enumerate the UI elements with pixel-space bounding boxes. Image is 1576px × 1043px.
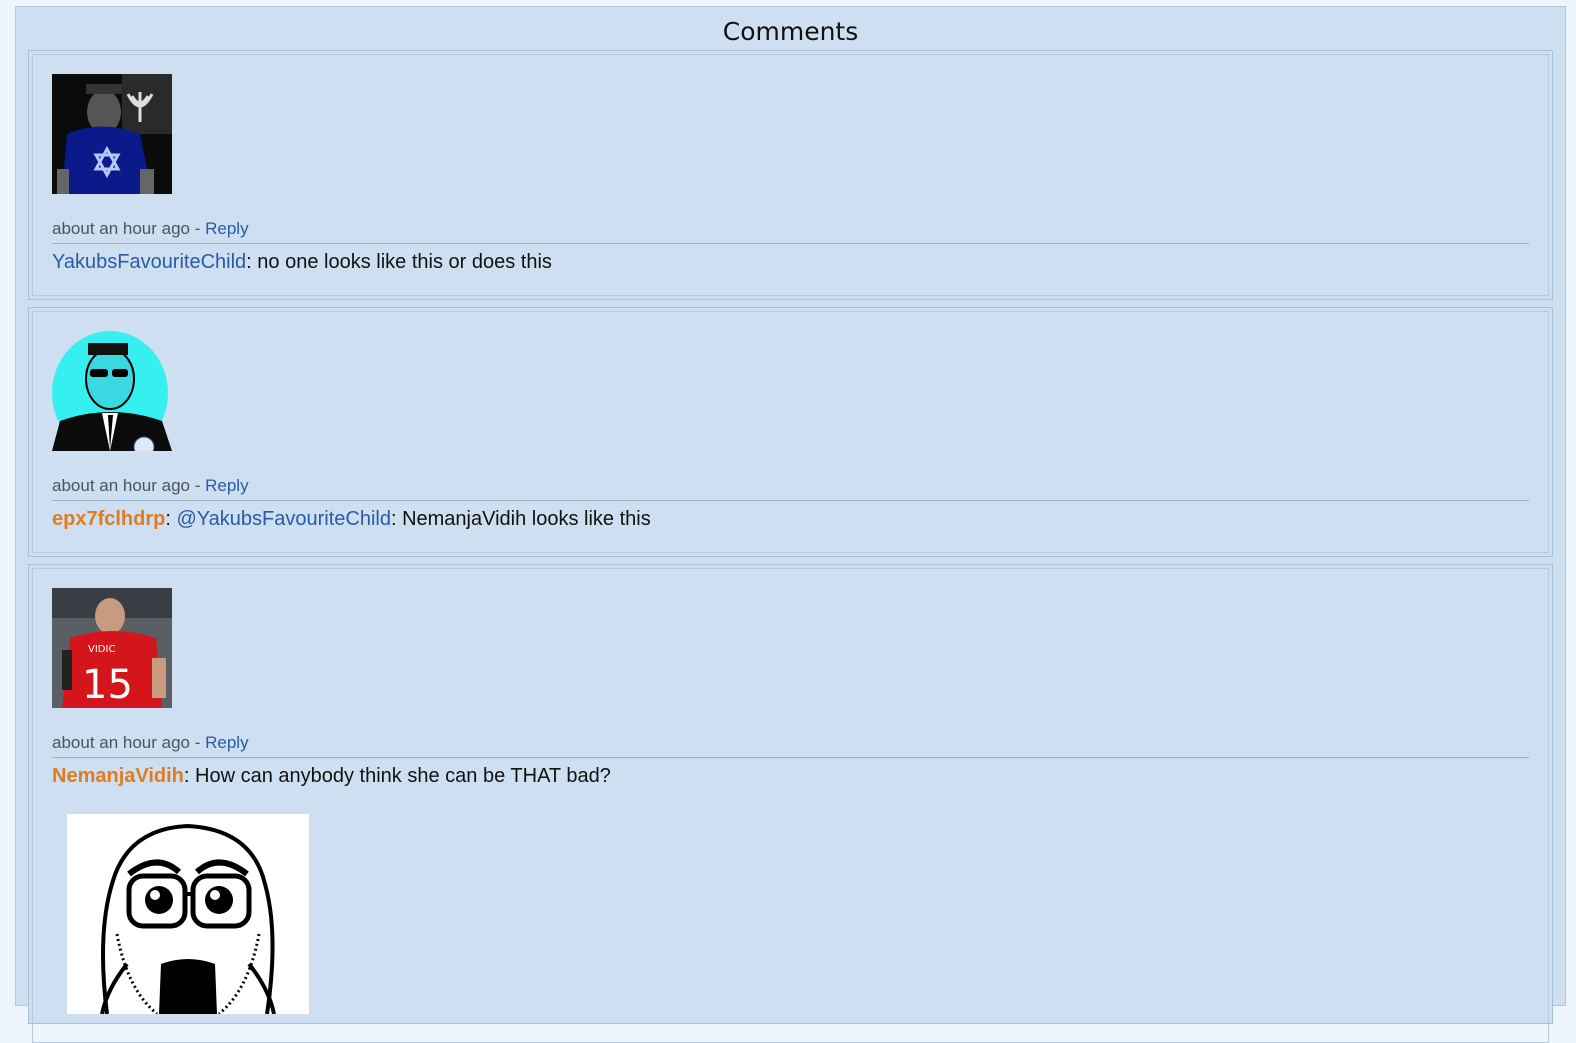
comment-text: : How can anybody think she can be THAT … bbox=[183, 765, 611, 787]
meta-separator: - bbox=[190, 733, 206, 752]
meta-separator: - bbox=[190, 476, 206, 495]
timestamp: about an hour ago bbox=[52, 733, 191, 752]
colon-separator: : bbox=[165, 508, 177, 530]
timestamp: about an hour ago bbox=[52, 219, 191, 238]
divider bbox=[52, 243, 1529, 244]
attached-image[interactable] bbox=[67, 814, 309, 1014]
comments-panel: Comments about an hour ago - Reply Yakub… bbox=[15, 6, 1566, 1043]
username-link[interactable]: epx7fclhdrp bbox=[52, 508, 165, 530]
panel-title: Comments bbox=[722, 17, 859, 46]
divider bbox=[52, 500, 1529, 501]
comment-body: NemanjaVidih: How can anybody think she … bbox=[52, 765, 611, 788]
comment-item: VIDIC 15 about an hour ago - Reply Neman… bbox=[28, 564, 1553, 1043]
comment-text: : NemanjaVidih looks like this bbox=[390, 508, 651, 530]
meta-separator: - bbox=[190, 219, 206, 238]
comment-inner: about an hour ago - Reply YakubsFavourit… bbox=[32, 54, 1549, 296]
comment-meta: about an hour ago - Reply bbox=[52, 219, 249, 239]
avatar-cyan-suit-man-icon bbox=[52, 331, 172, 451]
avatar[interactable] bbox=[52, 74, 172, 194]
comment-body: epx7fclhdrp: @YakubsFavouriteChild: Nema… bbox=[52, 508, 651, 531]
comment-meta: about an hour ago - Reply bbox=[52, 733, 249, 753]
svg-text:15: 15 bbox=[82, 662, 133, 708]
divider bbox=[52, 757, 1529, 758]
comment-body: YakubsFavouriteChild: no one looks like … bbox=[52, 251, 552, 274]
comment-item: about an hour ago - Reply epx7fclhdrp: @… bbox=[28, 307, 1553, 557]
username-link[interactable]: YakubsFavouriteChild bbox=[52, 251, 246, 273]
scrollbar-track[interactable] bbox=[1566, 0, 1576, 999]
reply-link[interactable]: Reply bbox=[205, 476, 248, 495]
timestamp: about an hour ago bbox=[52, 476, 191, 495]
reply-link[interactable]: Reply bbox=[205, 733, 248, 752]
avatar[interactable]: VIDIC 15 bbox=[52, 588, 172, 708]
comment-inner: VIDIC 15 about an hour ago - Reply Neman… bbox=[32, 568, 1549, 1043]
username-link[interactable]: NemanjaVidih bbox=[52, 765, 184, 787]
avatar[interactable] bbox=[52, 331, 172, 451]
comment-item: about an hour ago - Reply YakubsFavourit… bbox=[28, 50, 1553, 300]
comment-text: : no one looks like this or does this bbox=[246, 251, 552, 273]
reply-link[interactable]: Reply bbox=[205, 219, 248, 238]
comment-meta: about an hour ago - Reply bbox=[52, 476, 249, 496]
mention-link[interactable]: @YakubsFavouriteChild bbox=[176, 508, 390, 530]
svg-text:VIDIC: VIDIC bbox=[88, 644, 115, 655]
avatar-star-of-david-shirt-icon bbox=[52, 74, 172, 194]
avatar-football-player-15-icon: VIDIC 15 bbox=[52, 588, 172, 708]
comment-inner: about an hour ago - Reply epx7fclhdrp: @… bbox=[32, 311, 1549, 553]
wojak-glasses-meme-image-icon bbox=[67, 814, 309, 1014]
